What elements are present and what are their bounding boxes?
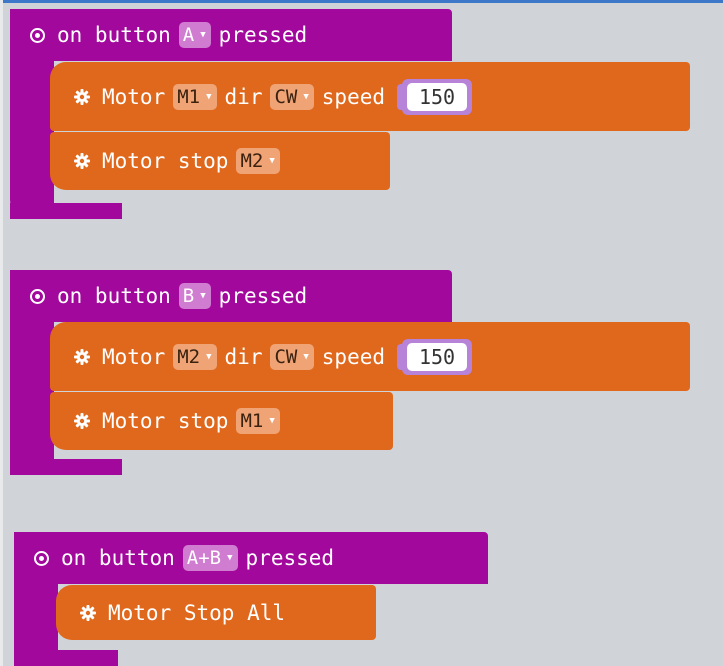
button-dropdown-value: A+B xyxy=(186,547,222,569)
event-label-pressed: pressed xyxy=(245,546,335,570)
motor-id-value: M1 xyxy=(177,85,201,108)
motor-stop-block[interactable]: Motor stop M2 ▼ xyxy=(50,132,390,190)
event-header[interactable]: on button A+B ▼ pressed xyxy=(14,532,488,584)
motor-id-value: M2 xyxy=(177,345,201,368)
motor-id-dropdown[interactable]: M1 ▼ xyxy=(173,83,217,110)
radio-icon xyxy=(30,27,45,43)
button-dropdown-value: A xyxy=(182,24,195,46)
radio-icon xyxy=(30,288,45,304)
gear-icon xyxy=(74,348,90,365)
motor-id-value: M2 xyxy=(240,150,264,172)
direction-dropdown[interactable]: CW ▼ xyxy=(270,83,314,110)
workspace-top-border xyxy=(0,0,723,3)
event-block-on-button-a[interactable]: on button A ▼ pressed Motor M1 ▼ dir CW … xyxy=(10,9,700,219)
event-label-pressed: pressed xyxy=(218,23,308,47)
event-label-on-button: on button xyxy=(57,23,171,47)
motor-id-dropdown[interactable]: M2 ▼ xyxy=(173,343,217,370)
motor-run-block[interactable]: Motor M2 ▼ dir CW ▼ speed 150 xyxy=(50,322,690,391)
gear-icon xyxy=(74,153,90,169)
direction-value: CW xyxy=(274,345,298,368)
event-body-bar xyxy=(10,49,54,214)
direction-dropdown[interactable]: CW ▼ xyxy=(270,343,314,370)
speed-label: speed xyxy=(321,344,385,369)
radio-icon xyxy=(34,550,49,566)
event-label-on-button: on button xyxy=(61,546,175,570)
dropdown-arrow-icon: ▼ xyxy=(200,30,206,40)
gear-icon xyxy=(74,413,90,429)
button-dropdown[interactable]: A ▼ xyxy=(178,22,211,48)
button-dropdown-value: B xyxy=(182,285,195,307)
event-label-pressed: pressed xyxy=(218,284,308,308)
event-footer xyxy=(14,650,118,666)
button-dropdown[interactable]: A+B ▼ xyxy=(182,545,238,571)
motor-stop-block[interactable]: Motor stop M1 ▼ xyxy=(50,392,393,450)
dropdown-arrow-icon: ▼ xyxy=(206,351,212,362)
motor-id-dropdown[interactable]: M1 ▼ xyxy=(236,408,280,434)
dropdown-arrow-icon: ▼ xyxy=(303,91,309,102)
event-footer xyxy=(10,459,122,475)
event-header[interactable]: on button A ▼ pressed xyxy=(10,9,452,61)
motor-run-block[interactable]: Motor M1 ▼ dir CW ▼ speed 150 xyxy=(50,62,690,131)
gear-icon xyxy=(80,604,96,621)
motor-stop-label: Motor stop xyxy=(102,149,229,173)
speed-number-field[interactable]: 150 xyxy=(402,78,472,115)
speed-input-slot[interactable]: 150 xyxy=(397,78,472,115)
dropdown-arrow-icon: ▼ xyxy=(269,416,275,426)
event-block-on-button-b[interactable]: on button B ▼ pressed Motor M2 ▼ dir CW … xyxy=(10,270,700,475)
dropdown-arrow-icon: ▼ xyxy=(303,351,309,362)
event-block-on-button-ab[interactable]: on button A+B ▼ pressed Motor Stop All xyxy=(14,532,704,666)
motor-label: Motor xyxy=(102,344,166,369)
speed-value[interactable]: 150 xyxy=(407,342,467,371)
dropdown-arrow-icon: ▼ xyxy=(200,291,206,301)
event-body-bar xyxy=(10,310,54,475)
event-header[interactable]: on button B ▼ pressed xyxy=(10,270,452,322)
dropdown-arrow-icon: ▼ xyxy=(206,91,212,102)
motor-stop-label: Motor stop xyxy=(102,409,229,433)
dir-label: dir xyxy=(224,84,263,109)
dir-label: dir xyxy=(224,344,263,369)
speed-input-slot[interactable]: 150 xyxy=(397,338,472,375)
button-dropdown[interactable]: B ▼ xyxy=(178,283,211,309)
dropdown-arrow-icon: ▼ xyxy=(227,553,233,563)
motor-id-value: M1 xyxy=(240,410,264,432)
motor-stop-all-block[interactable]: Motor Stop All xyxy=(56,585,376,640)
dropdown-arrow-icon: ▼ xyxy=(269,156,275,166)
event-label-on-button: on button xyxy=(57,284,171,308)
workspace-left-border xyxy=(0,0,3,666)
gear-icon xyxy=(74,88,90,105)
motor-id-dropdown[interactable]: M2 ▼ xyxy=(236,148,280,174)
speed-number-field[interactable]: 150 xyxy=(402,338,472,375)
event-footer xyxy=(10,203,122,219)
motor-stop-all-label: Motor Stop All xyxy=(108,600,286,625)
motor-label: Motor xyxy=(102,84,166,109)
speed-label: speed xyxy=(321,84,385,109)
direction-value: CW xyxy=(274,85,298,108)
speed-value[interactable]: 150 xyxy=(407,82,467,111)
